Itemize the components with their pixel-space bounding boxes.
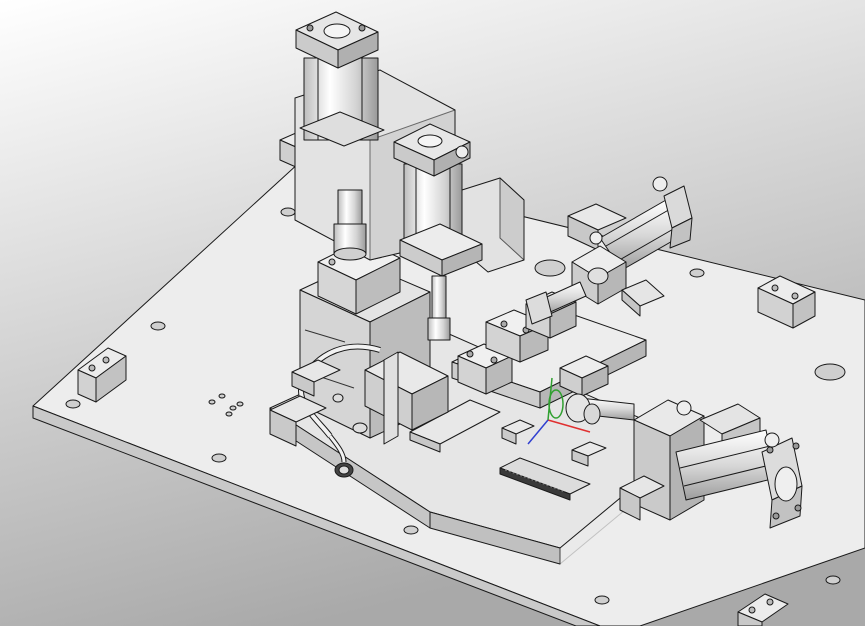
cad-scene[interactable] [0,0,865,626]
cad-viewport[interactable] [0,0,865,626]
